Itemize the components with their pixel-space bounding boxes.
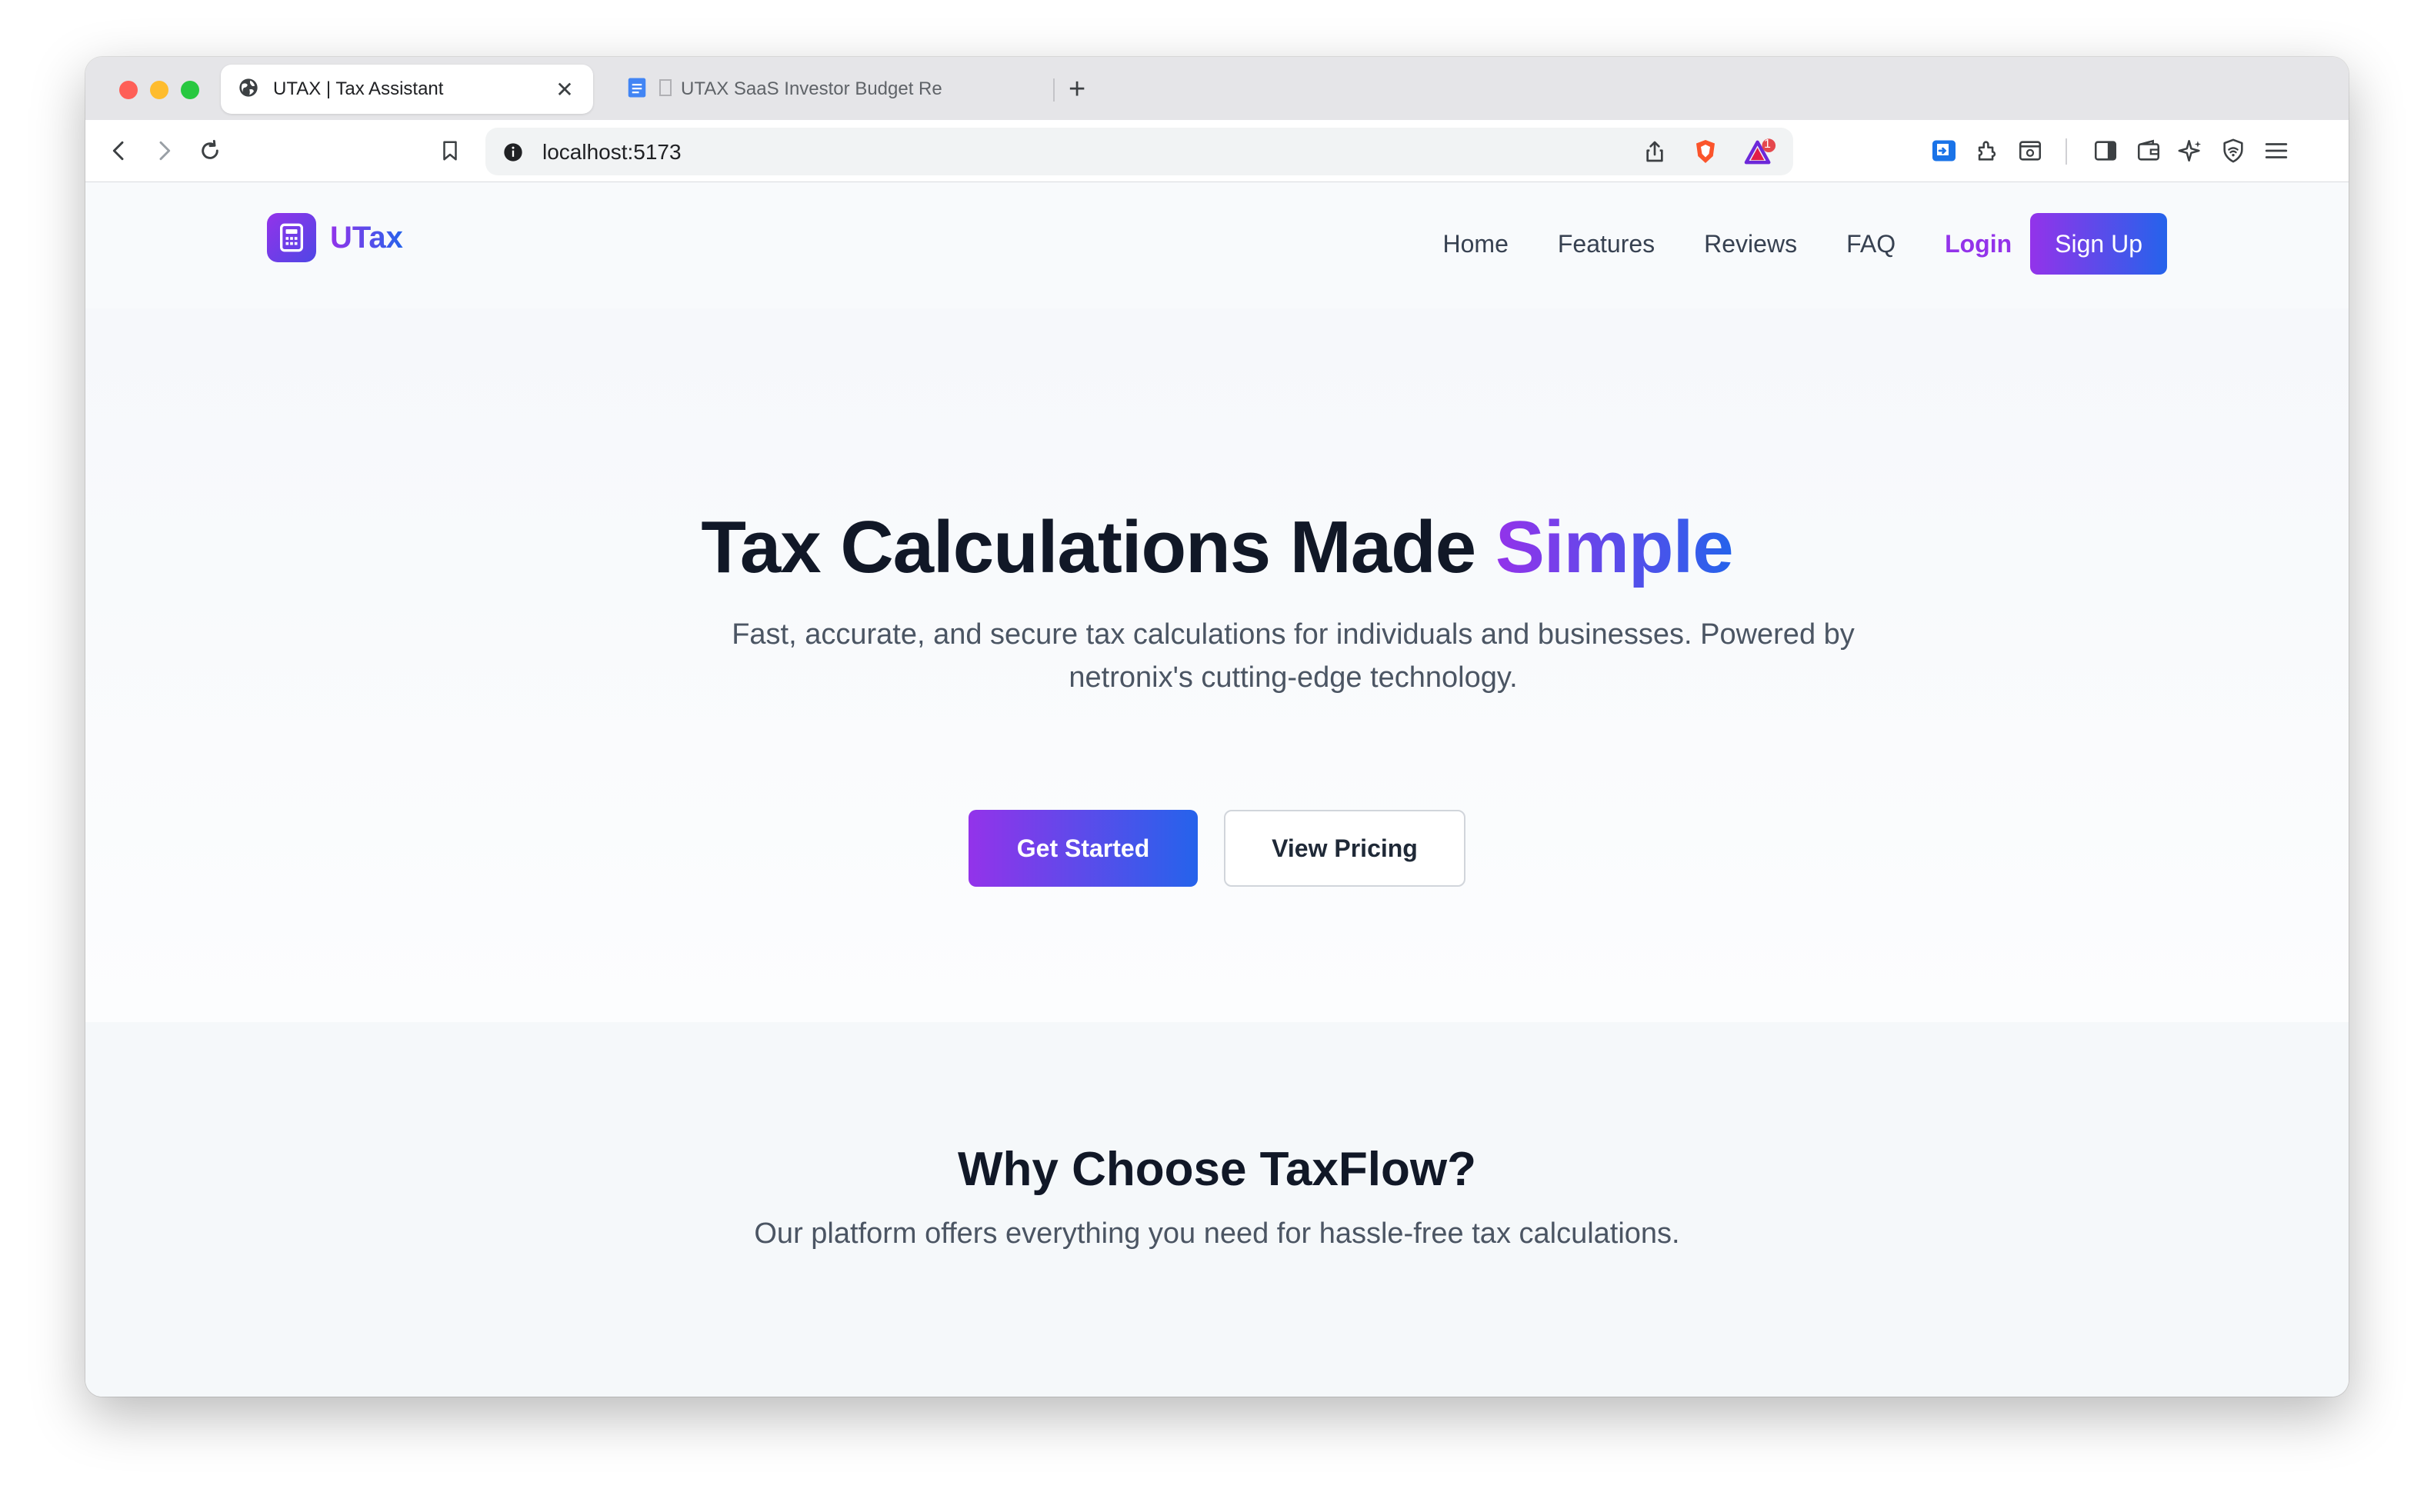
section-subtitle: Our platform offers everything you need … <box>754 1217 1680 1250</box>
extensions-icon[interactable] <box>1972 135 2002 166</box>
calculator-icon <box>267 213 316 262</box>
login-link[interactable]: Login <box>1945 230 2012 258</box>
site-info-icon[interactable] <box>502 142 524 167</box>
hero-actions: Get Started View Pricing <box>85 810 2349 887</box>
tab-title: UTAX | Tax Assistant <box>273 78 444 99</box>
close-icon[interactable]: ✕ <box>553 77 576 102</box>
bookmark-icon[interactable] <box>435 135 465 166</box>
brave-shields-icon[interactable] <box>1692 137 1719 170</box>
tab-title: UTAX SaaS Investor Budget Re <box>681 78 942 99</box>
minimize-window-button[interactable] <box>150 81 168 99</box>
tab-divider <box>1053 78 1055 102</box>
forward-icon[interactable] <box>148 135 179 166</box>
maximize-window-button[interactable] <box>181 81 199 99</box>
browser-window: UTAX | Tax Assistant ✕ UTAX SaaS Investo… <box>85 57 2349 1397</box>
hero-subtitle: Fast, accurate, and secure tax calculati… <box>732 618 1855 694</box>
nav-features[interactable]: Features <box>1558 230 1655 258</box>
section-title: Why Choose TaxFlow? <box>958 1143 1476 1196</box>
hero-title-main: Tax Calculations Made <box>701 506 1495 588</box>
leo-ai-icon[interactable] <box>2175 135 2206 166</box>
globe-icon <box>238 77 259 102</box>
hero-title: Tax Calculations Made Simple <box>85 505 2349 590</box>
url-text: localhost:5173 <box>542 140 682 164</box>
back-icon[interactable] <box>104 135 135 166</box>
page-content: UTax Home Features Reviews FAQ Login Sig… <box>85 182 2349 1397</box>
reader-mode-icon[interactable] <box>2015 135 2046 166</box>
vpn-icon[interactable] <box>2218 135 2249 166</box>
brand-name: UTax <box>330 220 403 255</box>
share-icon[interactable] <box>1642 138 1667 168</box>
menu-icon[interactable] <box>2261 135 2292 166</box>
address-bar[interactable]: localhost:5173 1 <box>485 128 1793 175</box>
new-tab-button[interactable]: + <box>1069 71 1085 108</box>
reload-icon[interactable] <box>195 135 225 166</box>
nav-faq[interactable]: FAQ <box>1846 230 1896 258</box>
main-nav: Home Features Reviews FAQ Login Sign Up <box>1443 213 2167 275</box>
sidebar-icon[interactable] <box>2090 135 2121 166</box>
sign-up-button[interactable]: Sign Up <box>2030 213 2167 275</box>
brave-rewards-icon[interactable]: 1 <box>1744 137 1778 172</box>
tab-strip: UTAX | Tax Assistant ✕ UTAX SaaS Investo… <box>85 57 2349 120</box>
close-window-button[interactable] <box>119 81 138 99</box>
translate-extension-icon[interactable] <box>1929 135 1959 166</box>
docs-icon <box>625 76 649 103</box>
nav-reviews[interactable]: Reviews <box>1704 230 1797 258</box>
nav-home[interactable]: Home <box>1443 230 1509 258</box>
tab-utax-tax-assistant[interactable]: UTAX | Tax Assistant ✕ <box>221 65 593 114</box>
notification-badge: 1 <box>1764 138 1771 151</box>
file-icon <box>659 78 672 100</box>
get-started-button[interactable]: Get Started <box>969 810 1198 887</box>
view-pricing-button[interactable]: View Pricing <box>1224 810 1465 887</box>
features-section <box>85 1022 2349 1397</box>
browser-toolbar: localhost:5173 1 <box>85 120 2349 182</box>
wallet-icon[interactable] <box>2133 135 2164 166</box>
brand-logo-link[interactable]: UTax <box>267 213 403 262</box>
toolbar-divider <box>2066 138 2067 165</box>
tab-investor-budget[interactable]: UTAX SaaS Investor Budget Re <box>608 65 1039 114</box>
hero-title-accent: Simple <box>1495 506 1734 588</box>
